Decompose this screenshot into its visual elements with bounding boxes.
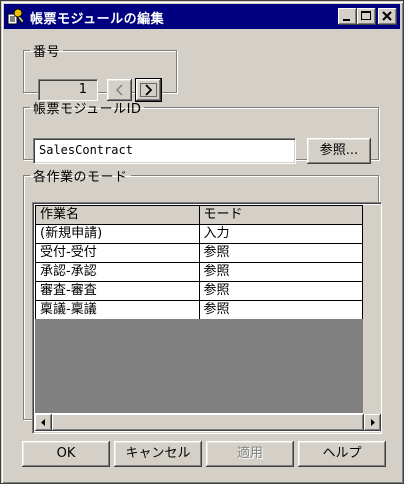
mode-cell[interactable]: 入力 <box>198 224 364 244</box>
mode-cell[interactable]: 参照 <box>198 281 364 301</box>
table-row[interactable]: 稟議-稟議 参照 <box>35 300 364 320</box>
dialog-window: 帳票モジュールの編集 番号 1 帳票モジュールID SalesContract … <box>0 0 404 484</box>
module-id-legend: 帳票モジュールID <box>33 102 142 117</box>
minimize-button[interactable] <box>338 8 357 25</box>
task-cell[interactable]: 承認-承認 <box>35 262 200 282</box>
minimize-icon <box>343 19 350 21</box>
scroll-right-button[interactable] <box>364 414 381 431</box>
table-row[interactable]: (新規申請) 入力 <box>35 224 364 244</box>
ok-button[interactable]: OK <box>22 441 110 467</box>
close-icon <box>382 11 392 21</box>
task-cell[interactable]: 稟議-稟議 <box>35 300 200 320</box>
mode-table: 作業名 モード (新規申請) 入力 受付-受付 参照 承認-承認 参照 審査-審… <box>35 205 364 320</box>
scroll-right-icon <box>371 419 375 426</box>
app-icon <box>7 8 25 25</box>
column-header-task[interactable]: 作業名 <box>35 205 200 225</box>
mode-grid[interactable]: 作業名 モード (新規申請) 入力 受付-受付 参照 承認-承認 参照 審査-審… <box>32 202 382 434</box>
maximize-button[interactable] <box>357 8 376 25</box>
grid-empty-area <box>35 319 363 413</box>
mode-legend: 各作業のモード <box>33 170 128 185</box>
table-header-row: 作業名 モード <box>35 205 364 225</box>
table-row[interactable]: 承認-承認 参照 <box>35 262 364 282</box>
close-button[interactable] <box>378 8 397 25</box>
table-row[interactable]: 受付-受付 参照 <box>35 243 364 263</box>
mode-cell[interactable]: 参照 <box>198 300 364 320</box>
task-cell[interactable]: 受付-受付 <box>35 243 200 263</box>
task-cell[interactable]: (新規申請) <box>35 224 200 244</box>
title-bar[interactable]: 帳票モジュールの編集 <box>4 4 400 29</box>
scroll-thumb[interactable] <box>52 414 364 431</box>
maximize-icon <box>361 11 371 20</box>
window-title: 帳票モジュールの編集 <box>30 12 165 27</box>
module-id-input[interactable]: SalesContract <box>33 138 296 164</box>
mode-cell[interactable]: 参照 <box>198 243 364 263</box>
mode-group: 各作業のモード 作業名 モード (新規申請) 入力 受付-受付 参照 承認-承認… <box>23 166 382 434</box>
scroll-left-icon <box>41 419 45 426</box>
scroll-left-button[interactable] <box>35 414 52 431</box>
help-button[interactable]: ヘルプ <box>298 441 386 467</box>
grid-right-strip <box>363 205 381 414</box>
cancel-button[interactable]: キャンセル <box>114 441 202 467</box>
number-group: 番号 1 <box>23 41 177 102</box>
browse-button[interactable]: 参照... <box>307 138 371 164</box>
module-id-group: 帳票モジュールID SalesContract 参照... <box>23 98 379 164</box>
task-cell[interactable]: 審査-審査 <box>35 281 200 301</box>
table-row[interactable]: 審査-審査 参照 <box>35 281 364 301</box>
apply-button[interactable]: 適用 <box>206 441 294 467</box>
column-header-mode[interactable]: モード <box>198 205 364 225</box>
mode-cell[interactable]: 参照 <box>198 262 364 282</box>
horizontal-scrollbar[interactable] <box>35 414 381 431</box>
number-legend: 番号 <box>33 45 61 60</box>
